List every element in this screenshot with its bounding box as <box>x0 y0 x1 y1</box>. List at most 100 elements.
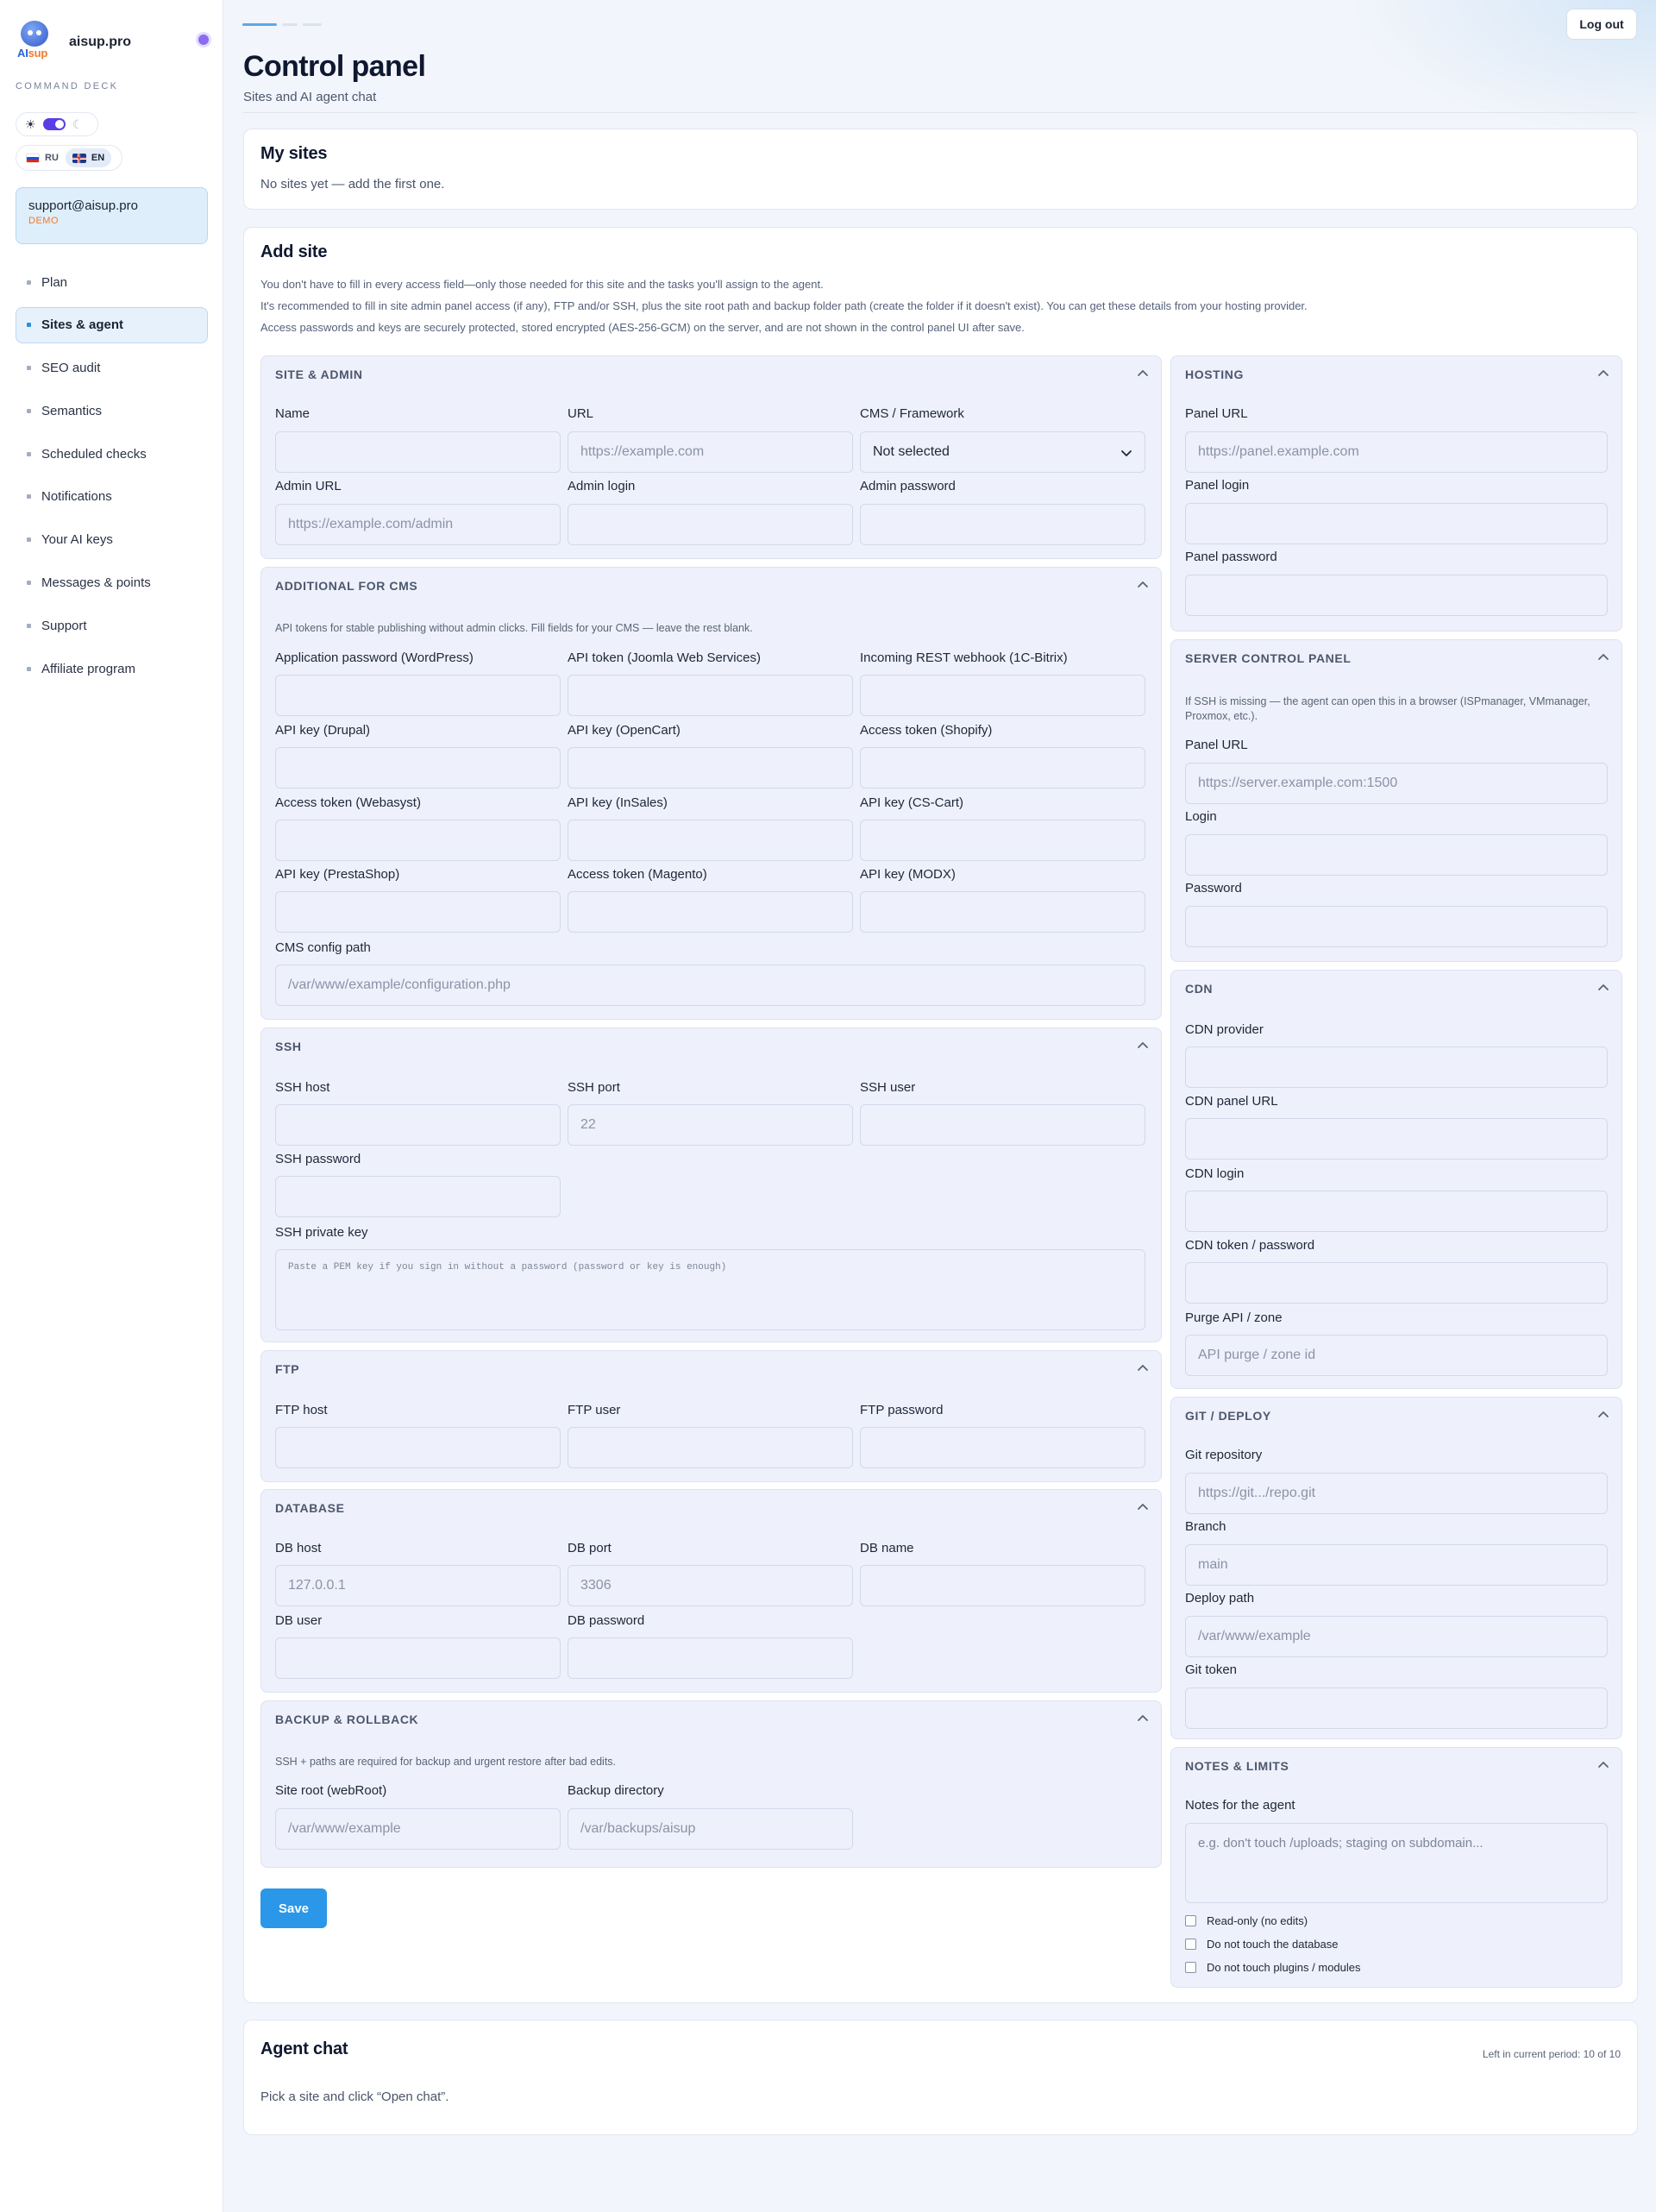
account-email: support@aisup.pro <box>28 198 138 213</box>
db-password-input[interactable] <box>568 1637 853 1679</box>
cms-token-label: API key (PrestaShop) <box>275 867 400 882</box>
lang-ru-button[interactable]: RU <box>19 148 66 167</box>
checkbox[interactable] <box>1185 1962 1196 1973</box>
ssh-port-input[interactable] <box>568 1104 853 1146</box>
sidebar-item-ai-keys[interactable]: Your AI keys <box>16 522 208 558</box>
collapse-chevron-icon[interactable] <box>1597 1759 1609 1771</box>
brand[interactable]: AIsup aisup.pro <box>16 19 131 60</box>
ftp-host-input[interactable] <box>275 1427 561 1468</box>
cms-token-input[interactable] <box>568 747 853 789</box>
site-root-input[interactable] <box>275 1808 561 1850</box>
cdn-login-input[interactable] <box>1185 1191 1608 1232</box>
db-port-input[interactable] <box>568 1565 853 1606</box>
collapse-chevron-icon[interactable] <box>1597 651 1609 663</box>
lang-ru-label: RU <box>45 153 59 163</box>
collapse-chevron-icon[interactable] <box>1597 1409 1609 1421</box>
theme-toggle[interactable]: ☀ ☾ <box>16 112 98 136</box>
account-card[interactable]: support@aisup.pro DEMO <box>16 187 208 244</box>
admin-login-input[interactable] <box>568 504 853 545</box>
db-name-input[interactable] <box>860 1565 1145 1606</box>
collapse-chevron-icon[interactable] <box>1137 1362 1149 1374</box>
section-description: SSH + paths are required for backup and … <box>275 1756 617 1768</box>
no-database-checkbox-row[interactable]: Do not touch the database <box>1185 1938 1339 1951</box>
ssh-host-input[interactable] <box>275 1104 561 1146</box>
bullet-icon <box>27 366 31 371</box>
deploy-path-input[interactable] <box>1185 1616 1608 1657</box>
cdn-token-input[interactable] <box>1185 1262 1608 1304</box>
ssh-key-textarea[interactable] <box>275 1249 1145 1330</box>
panel-login-input[interactable] <box>1185 503 1608 544</box>
cms-token-input[interactable] <box>860 747 1145 789</box>
checkbox[interactable] <box>1185 1915 1196 1926</box>
sidebar-item-affiliate[interactable]: Affiliate program <box>16 650 208 687</box>
collapse-chevron-icon[interactable] <box>1137 1712 1149 1725</box>
collapse-chevron-icon[interactable] <box>1597 982 1609 994</box>
admin-url-input[interactable] <box>275 504 561 545</box>
flag-uk-icon <box>72 153 86 163</box>
cms-select[interactable]: Not selected <box>860 431 1145 473</box>
admin-password-input[interactable] <box>860 504 1145 545</box>
panel-password-input[interactable] <box>1185 575 1608 616</box>
ftp-password-label: FTP password <box>860 1403 944 1417</box>
cdn-panel-url-input[interactable] <box>1185 1118 1608 1159</box>
section-heading: BACKUP & ROLLBACK <box>275 1712 419 1726</box>
collapse-chevron-icon[interactable] <box>1597 368 1609 380</box>
save-button[interactable]: Save <box>260 1888 327 1928</box>
progress-segment <box>282 23 298 26</box>
agent-notes-textarea[interactable] <box>1185 1823 1608 1903</box>
sidebar-item-label: Scheduled checks <box>41 446 147 462</box>
ftp-password-input[interactable] <box>860 1427 1145 1468</box>
sidebar-item-semantics[interactable]: Semantics <box>16 393 208 429</box>
sidebar-item-support[interactable]: Support <box>16 607 208 644</box>
sidebar-item-scheduled-checks[interactable]: Scheduled checks <box>16 436 208 472</box>
cdn-provider-input[interactable] <box>1185 1046 1608 1088</box>
cms-token-input[interactable] <box>860 891 1145 933</box>
cms-token-input[interactable] <box>275 891 561 933</box>
server-password-input[interactable] <box>1185 906 1608 947</box>
backup-dir-input[interactable] <box>568 1808 853 1850</box>
cms-token-input[interactable] <box>568 891 853 933</box>
no-plugins-checkbox-row[interactable]: Do not touch plugins / modules <box>1185 1961 1361 1974</box>
lang-en-button[interactable]: EN <box>65 148 112 167</box>
url-input[interactable] <box>568 431 853 473</box>
ftp-user-input[interactable] <box>568 1427 853 1468</box>
collapse-chevron-icon[interactable] <box>1137 368 1149 380</box>
git-token-input[interactable] <box>1185 1687 1608 1729</box>
ssh-user-input[interactable] <box>860 1104 1145 1146</box>
collapse-chevron-icon[interactable] <box>1137 1040 1149 1052</box>
server-panel-url-input[interactable] <box>1185 763 1608 804</box>
cms-token-input[interactable] <box>860 820 1145 861</box>
cms-token-input[interactable] <box>275 820 561 861</box>
sidebar-item-messages-points[interactable]: Messages & points <box>16 565 208 601</box>
cms-config-path-input[interactable] <box>275 965 1145 1006</box>
db-user-input[interactable] <box>275 1637 561 1679</box>
theme-switch[interactable] <box>42 118 66 130</box>
git-repo-input[interactable] <box>1185 1473 1608 1514</box>
cms-token-input[interactable] <box>275 747 561 789</box>
cms-token-input[interactable] <box>860 675 1145 716</box>
sidebar-item-sites-agent[interactable]: Sites & agent <box>16 306 208 343</box>
logout-button[interactable]: Log out <box>1566 9 1637 40</box>
cms-token-input[interactable] <box>568 820 853 861</box>
cms-token-input[interactable] <box>568 675 853 716</box>
collapse-chevron-icon[interactable] <box>1137 579 1149 591</box>
sidebar-item-seo-audit[interactable]: SEO audit <box>16 350 208 386</box>
read-only-checkbox-row[interactable]: Read-only (no edits) <box>1185 1914 1308 1927</box>
ssh-password-input[interactable] <box>275 1176 561 1217</box>
sidebar-item-plan[interactable]: Plan <box>16 264 208 300</box>
cms-token-input[interactable] <box>275 675 561 716</box>
sidebar-item-notifications[interactable]: Notifications <box>16 479 208 515</box>
panel-url-input[interactable] <box>1185 431 1608 473</box>
db-host-input[interactable] <box>275 1565 561 1606</box>
name-label: Name <box>275 406 310 421</box>
server-login-input[interactable] <box>1185 834 1608 876</box>
name-input[interactable] <box>275 431 561 473</box>
collapse-chevron-icon[interactable] <box>1137 1501 1149 1513</box>
branch-input[interactable] <box>1185 1544 1608 1586</box>
purge-input[interactable] <box>1185 1335 1608 1376</box>
checkbox-label: Do not touch the database <box>1207 1938 1339 1951</box>
checkbox[interactable] <box>1185 1939 1196 1950</box>
checkbox-label: Read-only (no edits) <box>1207 1914 1308 1927</box>
ssh-user-label: SSH user <box>860 1080 916 1095</box>
agent-chat-title: Agent chat <box>260 2039 348 2058</box>
